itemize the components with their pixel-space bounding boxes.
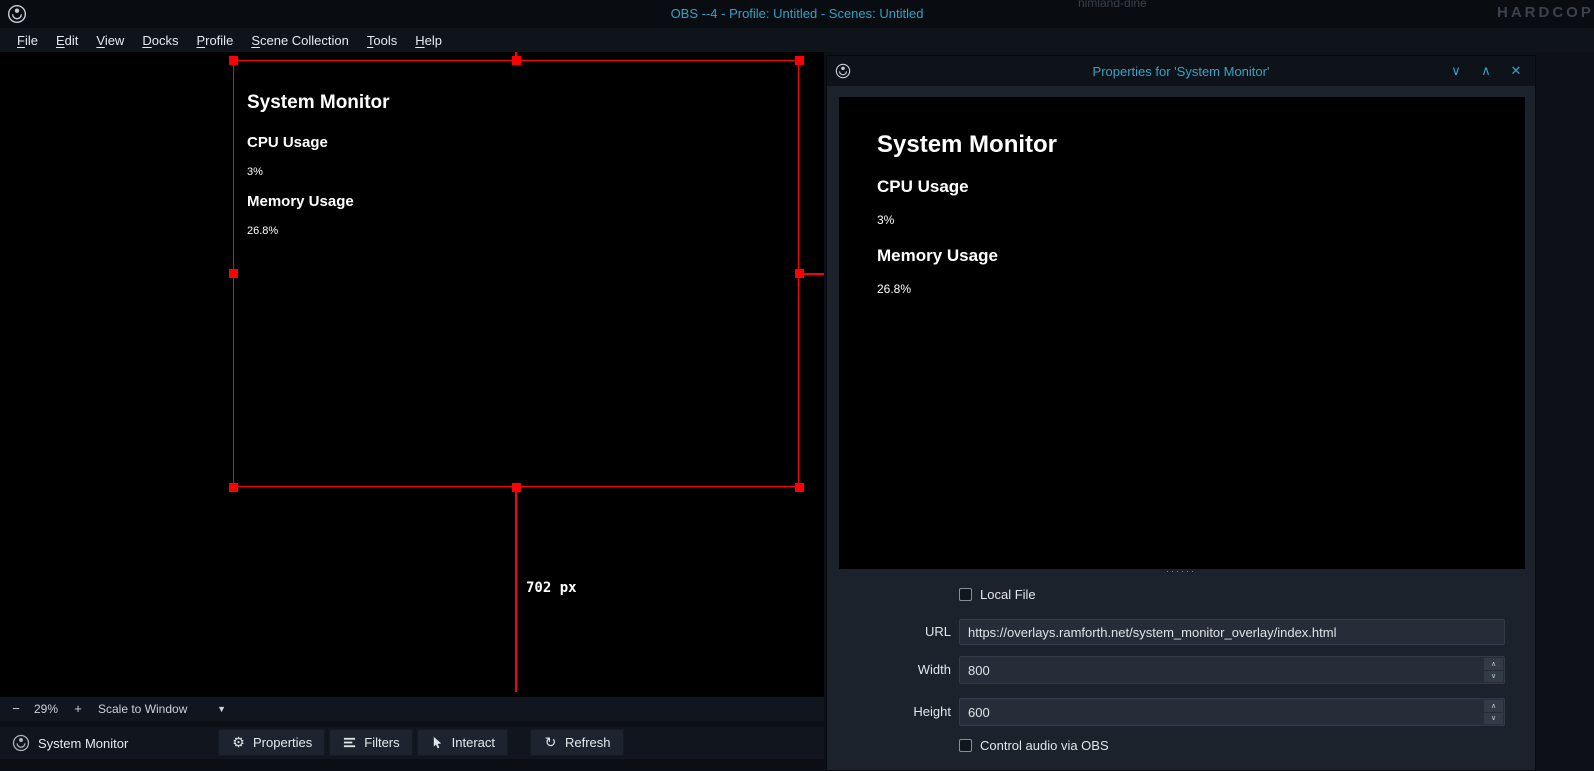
overlay-mem-value: 26.8% — [247, 225, 798, 238]
filters-button[interactable]: Filters — [329, 729, 412, 756]
window-title: OBS --4 - Profile: Untitled - Scenes: Un… — [0, 6, 1594, 21]
zoom-bar: − 29% + Scale to Window ▼ — [0, 697, 824, 721]
url-row: URL — [827, 619, 1535, 645]
zoom-out-button[interactable]: − — [8, 701, 24, 716]
guide-line-right — [799, 273, 824, 275]
menu-edit[interactable]: Edit — [47, 31, 87, 50]
url-label: URL — [827, 619, 951, 645]
preview-mem-value: 26.8% — [877, 282, 1525, 296]
guide-line-bottom — [515, 487, 517, 692]
guide-line-top — [515, 52, 517, 61]
properties-button-label: Properties — [253, 735, 312, 750]
selection-handle-bottom-left[interactable] — [229, 483, 238, 492]
width-spin-down-button[interactable]: ∨ — [1484, 671, 1503, 683]
overlay-mem-label: Memory Usage — [247, 193, 798, 211]
properties-window: Properties for 'System Monitor' ∨ ∧ ✕ Sy… — [826, 55, 1536, 771]
gear-icon: ⚙ — [231, 735, 246, 750]
obs-main-window: OBS --4 - Profile: Untitled - Scenes: Un… — [0, 0, 1594, 771]
properties-button[interactable]: ⚙ Properties — [218, 729, 325, 756]
source-toolbar: System Monitor ⚙ Properties Filters — [0, 727, 824, 759]
width-spin-up-button[interactable]: ∧ — [1484, 658, 1503, 670]
watermark-text: HARDCOPR — [1497, 4, 1594, 21]
properties-title: Properties for 'System Monitor' — [827, 64, 1535, 79]
refresh-button-label: Refresh — [565, 735, 611, 750]
properties-preview: System Monitor CPU Usage 3% Memory Usage… — [839, 97, 1525, 569]
interact-button[interactable]: Interact — [417, 729, 508, 756]
bottom-strip — [0, 759, 824, 771]
control-audio-checkbox[interactable] — [959, 739, 972, 752]
chevron-down-icon: ▼ — [217, 704, 226, 714]
guide-distance-label: 702 px — [526, 580, 577, 596]
source-overlay-preview: System Monitor CPU Usage 3% Memory Usage… — [234, 61, 798, 238]
preview-cpu-label: CPU Usage — [877, 177, 1525, 197]
local-file-row: Local File — [827, 587, 1535, 604]
menu-help[interactable]: Help — [406, 31, 451, 50]
properties-titlebar[interactable]: Properties for 'System Monitor' ∨ ∧ ✕ — [827, 56, 1535, 86]
overlay-title: System Monitor — [247, 91, 798, 114]
height-row: Height ∧ ∨ — [827, 698, 1535, 726]
menu-docks[interactable]: Docks — [133, 31, 187, 50]
selection-handle-top-right[interactable] — [795, 56, 804, 65]
width-spinbox: ∧ ∨ — [959, 656, 1505, 684]
selection-handle-bottom-right[interactable] — [795, 483, 804, 492]
menu-tools[interactable]: Tools — [358, 31, 406, 50]
close-button[interactable]: ✕ — [1509, 63, 1523, 79]
source-icon — [12, 734, 30, 752]
scale-mode-select[interactable]: Scale to Window ▼ — [96, 699, 232, 719]
width-row: Width ∧ ∨ — [827, 656, 1535, 684]
filters-button-label: Filters — [364, 735, 399, 750]
filters-icon — [342, 735, 357, 750]
zoom-level: 29% — [34, 702, 58, 716]
title-bar: OBS --4 - Profile: Untitled - Scenes: Un… — [0, 0, 1594, 28]
scale-mode-label: Scale to Window — [98, 702, 187, 716]
audio-row: Control audio via OBS — [827, 738, 1535, 755]
height-spinbox: ∧ ∨ — [959, 698, 1505, 726]
properties-preview-content: System Monitor CPU Usage 3% Memory Usage… — [839, 97, 1525, 296]
height-spin-down-button[interactable]: ∨ — [1484, 713, 1503, 725]
source-actions: ⚙ Properties Filters — [218, 729, 624, 756]
overlay-cpu-label: CPU Usage — [247, 134, 798, 152]
dock-down-button[interactable]: ∨ — [1449, 63, 1463, 79]
preview-canvas[interactable]: System Monitor CPU Usage 3% Memory Usage… — [0, 52, 824, 697]
preview-cpu-value: 3% — [877, 213, 1525, 227]
menu-scene-collection[interactable]: Scene Collection — [242, 31, 358, 50]
preview-title: System Monitor — [877, 130, 1525, 159]
control-audio-label: Control audio via OBS — [980, 738, 1109, 753]
width-label: Width — [827, 656, 951, 684]
overlay-cpu-value: 3% — [247, 166, 798, 179]
url-input[interactable] — [959, 619, 1505, 645]
width-input[interactable] — [960, 657, 1480, 683]
menu-view[interactable]: View — [87, 31, 133, 50]
height-label: Height — [827, 698, 951, 726]
selection-rect[interactable]: System Monitor CPU Usage 3% Memory Usage… — [233, 60, 799, 487]
refresh-icon: ↻ — [543, 735, 558, 750]
splitter-handle[interactable]: ······ — [827, 567, 1535, 576]
cursor-icon — [430, 735, 445, 750]
height-spin-up-button[interactable]: ∧ — [1484, 700, 1503, 712]
preview-mem-label: Memory Usage — [877, 246, 1525, 266]
interact-button-label: Interact — [452, 735, 495, 750]
menu-file[interactable]: File — [8, 31, 47, 50]
selection-handle-middle-left[interactable] — [229, 269, 238, 278]
float-up-button[interactable]: ∧ — [1479, 63, 1493, 79]
height-input[interactable] — [960, 699, 1480, 725]
selected-source-name: System Monitor — [38, 736, 128, 751]
selection-handle-top-left[interactable] — [229, 56, 238, 65]
menu-bar: File Edit View Docks Profile Scene Colle… — [0, 28, 1594, 52]
zoom-in-button[interactable]: + — [70, 701, 86, 716]
local-file-checkbox[interactable] — [959, 588, 972, 601]
menu-profile[interactable]: Profile — [187, 31, 242, 50]
refresh-button[interactable]: ↻ Refresh — [530, 729, 624, 756]
properties-window-controls: ∨ ∧ ✕ — [1449, 56, 1523, 86]
background-window-text: nimland-dine — [1078, 0, 1147, 10]
local-file-label: Local File — [980, 587, 1036, 602]
